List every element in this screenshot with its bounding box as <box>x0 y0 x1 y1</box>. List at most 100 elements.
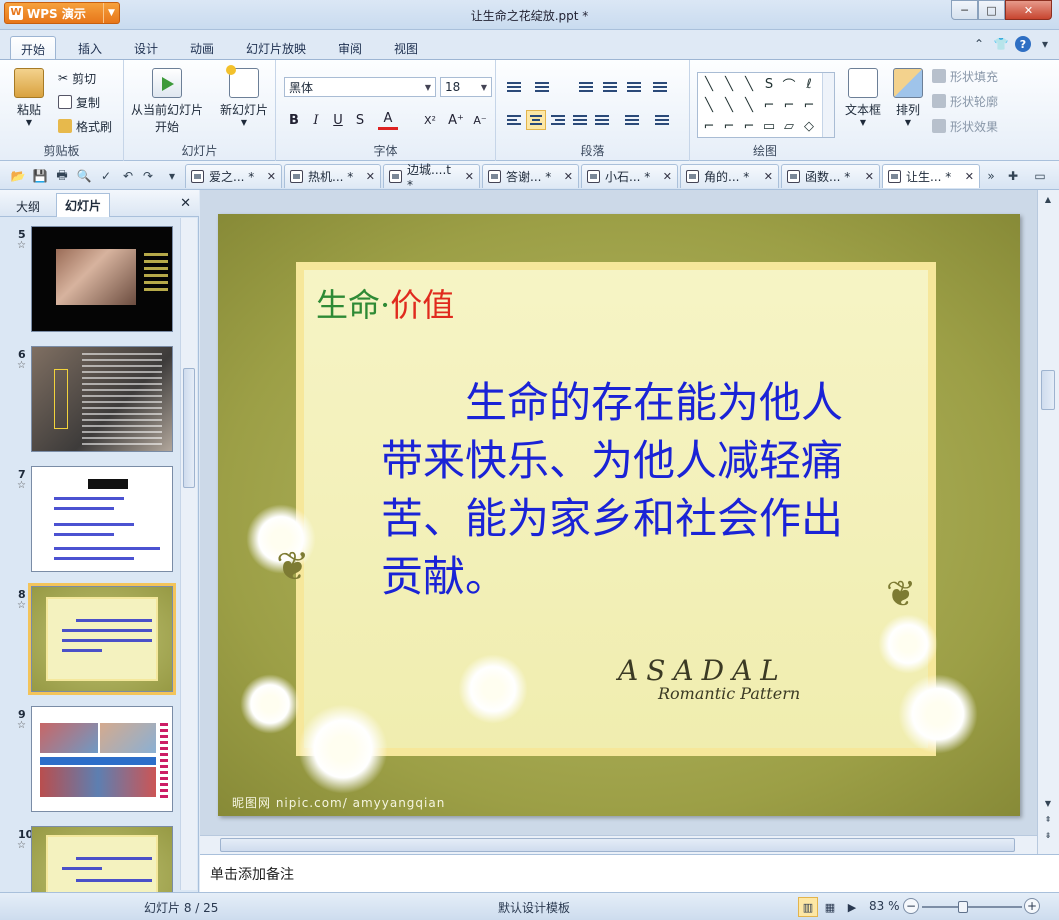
zoom-out-button[interactable]: − <box>903 898 919 914</box>
close-tab-icon[interactable]: ✕ <box>663 170 672 183</box>
scrollbar-thumb[interactable] <box>220 838 1015 852</box>
increase-indent-button[interactable] <box>600 77 620 97</box>
new-slide-button[interactable]: 新幻灯片 ▼ <box>216 65 272 127</box>
close-tab-icon[interactable]: ✕ <box>764 170 773 183</box>
scrollbar-thumb[interactable] <box>183 368 195 488</box>
line-shape-icon[interactable]: ╲ <box>700 75 718 93</box>
font-color-button[interactable]: A <box>378 110 398 130</box>
align-text-button[interactable] <box>650 77 670 97</box>
redo-icon[interactable]: ↷ <box>140 168 156 184</box>
tab-outline[interactable]: 大纲 <box>8 195 48 218</box>
text-direction-button[interactable] <box>624 77 644 97</box>
slide-title[interactable]: 生命·价值 <box>316 280 454 326</box>
tab-slideshow[interactable]: 幻灯片放映 <box>236 36 316 60</box>
open-folder-icon[interactable]: 📂 <box>10 168 26 184</box>
spellcheck-icon[interactable]: ✓ <box>98 168 114 184</box>
paste-button[interactable]: 粘贴 ▼ <box>14 68 44 127</box>
doc-tab[interactable]: 热机... * ✕ <box>284 164 381 188</box>
shadow-button[interactable]: S <box>350 110 370 130</box>
shapes-gallery-scroll[interactable] <box>822 73 834 137</box>
scroll-tabs-right-icon[interactable]: » <box>983 168 999 184</box>
tab-insert[interactable]: 插入 <box>68 36 112 60</box>
vertical-scrollbar[interactable]: ▲ ▼ ⇞ ⇟ <box>1037 190 1059 854</box>
close-tab-icon[interactable]: ✕ <box>965 170 974 183</box>
scroll-up-icon[interactable]: ▲ <box>1041 192 1055 206</box>
close-button[interactable]: ✕ <box>1005 0 1052 20</box>
zoom-in-button[interactable]: + <box>1024 898 1040 914</box>
slide-thumbnail[interactable] <box>31 346 173 452</box>
collapse-ribbon-icon[interactable]: ⌃ <box>971 36 987 52</box>
line-spacing-button[interactable] <box>622 110 642 130</box>
parallelogram-shape-icon[interactable]: ▱ <box>780 117 798 135</box>
close-tab-icon[interactable]: ✕ <box>366 170 375 183</box>
horizontal-scrollbar[interactable] <box>200 835 1037 854</box>
bold-button[interactable]: B <box>284 110 304 130</box>
minimize-button[interactable]: ─ <box>951 0 978 20</box>
tab-review[interactable]: 审阅 <box>328 36 372 60</box>
connector-arrow-shape-icon[interactable]: ╲ <box>720 96 738 114</box>
chevron-down-icon[interactable]: ▾ <box>1037 36 1053 52</box>
skin-icon[interactable]: 👕 <box>993 36 1009 52</box>
cut-button[interactable]: ✂ 剪切 <box>58 68 96 88</box>
close-panel-icon[interactable]: ✕ <box>180 196 191 211</box>
connector-shape-icon[interactable]: ╲ <box>700 96 718 114</box>
elbow-double-arrow-shape-icon[interactable]: ⌐ <box>800 96 818 114</box>
align-center-button[interactable] <box>526 110 546 130</box>
shape-outline-button[interactable]: 形状轮廓 <box>932 91 998 111</box>
align-right-button[interactable] <box>548 110 568 130</box>
previous-slide-icon[interactable]: ⇞ <box>1041 812 1055 826</box>
zoom-level[interactable]: 83 % <box>869 899 900 913</box>
close-tab-icon[interactable]: ✕ <box>564 170 573 183</box>
new-tab-icon[interactable]: ✚ <box>1005 168 1021 184</box>
print-icon[interactable]: 🖶 <box>54 168 70 184</box>
close-tab-icon[interactable]: ✕ <box>267 170 276 183</box>
help-icon[interactable]: ? <box>1015 36 1031 52</box>
slide-canvas[interactable]: ❦ ❦ 生命·价值 生命的存在能为他人带来快乐、为他人减轻痛苦、能为家乡和社会作… <box>218 214 1020 816</box>
double-arrow-shape-icon[interactable]: ╲ <box>740 75 758 93</box>
undo-icon[interactable]: ↶ <box>120 168 136 184</box>
elbow-arrow-shape-icon[interactable]: ⌐ <box>780 96 798 114</box>
decrease-indent-button[interactable] <box>576 77 596 97</box>
doc-tab[interactable]: 边城....t * ✕ <box>383 163 480 192</box>
underline-button[interactable]: U <box>328 110 348 130</box>
font-size-select[interactable]: 18 ▼ <box>440 77 492 97</box>
slide-thumbnail[interactable] <box>31 706 173 812</box>
scrollbar-thumb[interactable] <box>1041 370 1055 410</box>
superscript-button[interactable]: X² <box>420 110 440 130</box>
doc-tab[interactable]: 爱之... * ✕ <box>185 164 282 188</box>
diamond-shape-icon[interactable]: ◇ <box>800 117 818 135</box>
doc-tab[interactable]: 函数... * ✕ <box>781 164 880 188</box>
customize-toolbar-icon[interactable]: ▾ <box>164 168 180 184</box>
textbox-button[interactable]: 文本框 ▼ <box>840 68 886 127</box>
shrink-font-button[interactable]: A⁻ <box>470 110 490 130</box>
shape-effect-button[interactable]: 形状效果 <box>932 116 998 136</box>
curve-shape-icon[interactable]: S <box>760 75 778 93</box>
arrange-button[interactable]: 排列 ▼ <box>888 68 928 127</box>
curved-double-arrow-shape-icon[interactable]: ⌐ <box>740 117 758 135</box>
zoom-slider-track[interactable] <box>922 906 1022 908</box>
save-icon[interactable]: 💾 <box>32 168 48 184</box>
slide-thumbnail[interactable] <box>31 466 173 572</box>
zoom-slider-thumb[interactable] <box>958 901 968 913</box>
italic-button[interactable]: I <box>306 110 326 130</box>
tab-view[interactable]: 视图 <box>384 36 428 60</box>
bullets-button[interactable] <box>504 77 524 97</box>
shape-fill-button[interactable]: 形状填充 <box>932 66 998 86</box>
close-tab-icon[interactable]: ✕ <box>465 170 474 183</box>
close-tab-icon[interactable]: ✕ <box>865 170 874 183</box>
normal-view-icon[interactable]: ▥ <box>798 897 818 917</box>
next-slide-icon[interactable]: ⇟ <box>1041 828 1055 842</box>
curved-connector-shape-icon[interactable]: ⌐ <box>700 117 718 135</box>
freeform-shape-icon[interactable]: ⌒ <box>780 75 798 94</box>
tab-list-icon[interactable]: ▭ <box>1032 168 1048 184</box>
distribute-button[interactable] <box>592 110 612 130</box>
thumbnail-scrollbar[interactable] <box>180 218 197 890</box>
slideshow-view-icon[interactable]: ▶ <box>842 897 862 917</box>
tab-design[interactable]: 设计 <box>124 36 168 60</box>
tab-animation[interactable]: 动画 <box>180 36 224 60</box>
numbering-button[interactable] <box>532 77 552 97</box>
align-left-button[interactable] <box>504 110 524 130</box>
rectangle-shape-icon[interactable]: ▭ <box>760 117 778 135</box>
play-from-current-button[interactable]: 从当前幻灯片 开始 <box>130 68 204 135</box>
slide-body-text[interactable]: 生命的存在能为他人带来快乐、为他人减轻痛苦、能为家乡和社会作出贡献。 <box>381 374 881 606</box>
